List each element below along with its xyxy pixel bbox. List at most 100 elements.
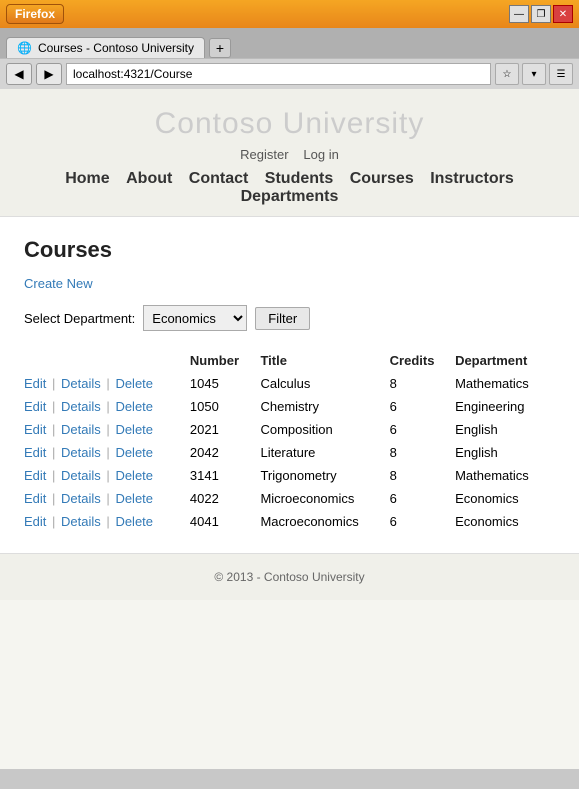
nav-menu: Home About Contact Students Courses Inst…: [0, 170, 579, 206]
row-credits: 6: [390, 418, 455, 441]
row-department: English: [455, 418, 555, 441]
filter-button[interactable]: Filter: [255, 307, 310, 330]
separator: |: [106, 491, 109, 506]
edit-link[interactable]: Edit: [24, 445, 46, 460]
filter-row: Select Department: Economics All Enginee…: [24, 305, 555, 331]
details-link[interactable]: Details: [61, 514, 101, 529]
separator: |: [52, 422, 55, 437]
row-number: 3141: [190, 464, 261, 487]
col-title-header: Title: [260, 349, 389, 372]
browser-tab[interactable]: 🌐 Courses - Contoso University: [6, 37, 205, 58]
details-link[interactable]: Details: [61, 422, 101, 437]
delete-link[interactable]: Delete: [115, 399, 153, 414]
login-link[interactable]: Log in: [303, 147, 338, 162]
tab-favicon: 🌐: [17, 41, 32, 55]
details-link[interactable]: Details: [61, 399, 101, 414]
row-number: 4022: [190, 487, 261, 510]
new-tab-button[interactable]: +: [209, 38, 231, 58]
row-title: Literature: [260, 441, 389, 464]
edit-link[interactable]: Edit: [24, 514, 46, 529]
nav-home[interactable]: Home: [65, 170, 109, 187]
row-title: Macroeconomics: [260, 510, 389, 533]
menu-icon[interactable]: ☰: [549, 63, 573, 85]
row-number: 4041: [190, 510, 261, 533]
row-credits: 6: [390, 395, 455, 418]
row-actions: Edit | Details | Delete: [24, 395, 190, 418]
register-link[interactable]: Register: [240, 147, 288, 162]
separator: |: [52, 399, 55, 414]
footer-text: © 2013 - Contoso University: [214, 570, 364, 584]
table-row: Edit | Details | Delete 2021 Composition…: [24, 418, 555, 441]
edit-link[interactable]: Edit: [24, 399, 46, 414]
separator: |: [106, 468, 109, 483]
row-credits: 6: [390, 487, 455, 510]
edit-link[interactable]: Edit: [24, 422, 46, 437]
separator: |: [106, 422, 109, 437]
window-controls: — ❐ ✕: [509, 5, 573, 23]
site-title: Contoso University: [0, 107, 579, 141]
edit-link[interactable]: Edit: [24, 376, 46, 391]
url-input[interactable]: [66, 63, 491, 85]
col-number-header: Number: [190, 349, 261, 372]
filter-label: Select Department:: [24, 311, 135, 326]
delete-link[interactable]: Delete: [115, 376, 153, 391]
row-title: Calculus: [260, 372, 389, 395]
separator: |: [52, 376, 55, 391]
separator: |: [106, 514, 109, 529]
separator: |: [52, 491, 55, 506]
nav-departments[interactable]: Departments: [241, 188, 339, 205]
header-links: Register Log in: [0, 147, 579, 162]
separator: |: [52, 514, 55, 529]
row-title: Trigonometry: [260, 464, 389, 487]
table-row: Edit | Details | Delete 4041 Macroeconom…: [24, 510, 555, 533]
edit-link[interactable]: Edit: [24, 491, 46, 506]
restore-button[interactable]: ❐: [531, 5, 551, 23]
table-row: Edit | Details | Delete 1050 Chemistry 6…: [24, 395, 555, 418]
minimize-button[interactable]: —: [509, 5, 529, 23]
close-button[interactable]: ✕: [553, 5, 573, 23]
row-actions: Edit | Details | Delete: [24, 372, 190, 395]
page-heading: Courses: [24, 237, 555, 263]
delete-link[interactable]: Delete: [115, 491, 153, 506]
row-actions: Edit | Details | Delete: [24, 510, 190, 533]
details-link[interactable]: Details: [61, 468, 101, 483]
row-title: Composition: [260, 418, 389, 441]
separator: |: [106, 445, 109, 460]
details-link[interactable]: Details: [61, 376, 101, 391]
edit-link[interactable]: Edit: [24, 468, 46, 483]
nav-about[interactable]: About: [126, 170, 172, 187]
details-link[interactable]: Details: [61, 445, 101, 460]
separator: |: [52, 468, 55, 483]
delete-link[interactable]: Delete: [115, 422, 153, 437]
separator: |: [52, 445, 55, 460]
forward-button[interactable]: ▶: [36, 63, 62, 85]
create-new-link[interactable]: Create New: [24, 276, 93, 291]
nav-contact[interactable]: Contact: [189, 170, 249, 187]
row-number: 1045: [190, 372, 261, 395]
row-credits: 8: [390, 464, 455, 487]
row-actions: Edit | Details | Delete: [24, 487, 190, 510]
delete-link[interactable]: Delete: [115, 445, 153, 460]
bookmark-down-icon[interactable]: ▾: [522, 63, 546, 85]
table-row: Edit | Details | Delete 4022 Microeconom…: [24, 487, 555, 510]
delete-link[interactable]: Delete: [115, 468, 153, 483]
row-department: Mathematics: [455, 464, 555, 487]
page-footer: © 2013 - Contoso University: [0, 553, 579, 600]
nav-instructors[interactable]: Instructors: [430, 170, 514, 187]
row-number: 2042: [190, 441, 261, 464]
firefox-button[interactable]: Firefox: [6, 4, 64, 24]
col-credits-header: Credits: [390, 349, 455, 372]
row-department: English: [455, 441, 555, 464]
details-link[interactable]: Details: [61, 491, 101, 506]
delete-link[interactable]: Delete: [115, 514, 153, 529]
table-row: Edit | Details | Delete 1045 Calculus 8 …: [24, 372, 555, 395]
department-select[interactable]: Economics All Engineering English Mathem…: [143, 305, 247, 331]
bookmark-icon[interactable]: ☆: [495, 63, 519, 85]
back-button[interactable]: ◀: [6, 63, 32, 85]
nav-students[interactable]: Students: [265, 170, 333, 187]
row-number: 2021: [190, 418, 261, 441]
toolbar-icons: ☆ ▾ ☰: [495, 63, 573, 85]
table-header-row: Number Title Credits Department: [24, 349, 555, 372]
nav-courses[interactable]: Courses: [350, 170, 414, 187]
tab-bar: 🌐 Courses - Contoso University +: [0, 28, 579, 58]
